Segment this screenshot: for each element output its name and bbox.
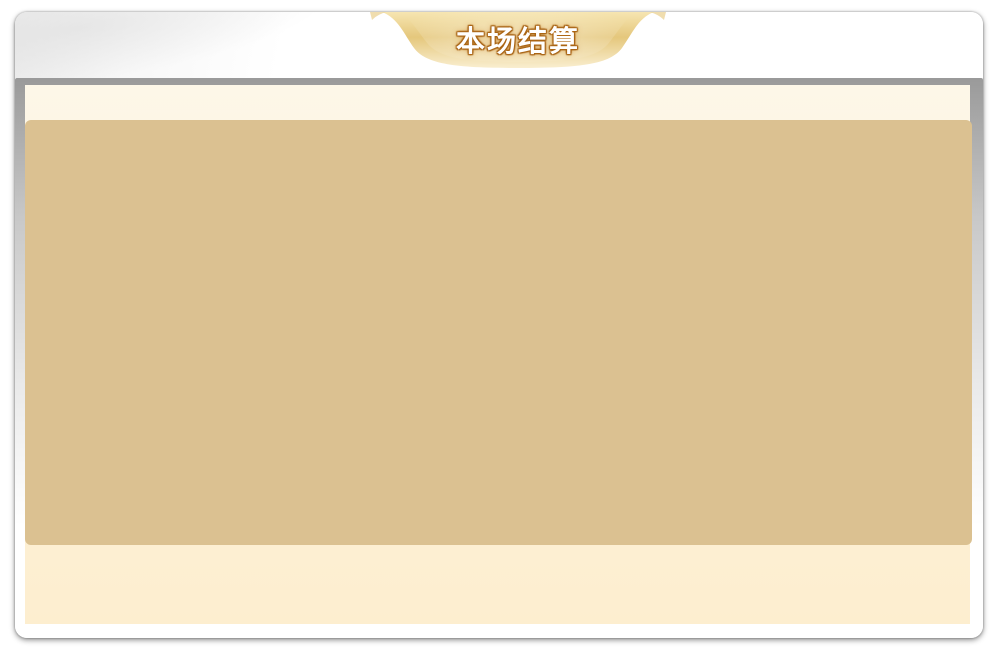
dialog-header: 本场结算 <box>15 12 983 97</box>
dialog-title: 本场结算 <box>455 24 580 58</box>
settlement-dialog: 本场结算 <box>15 12 983 638</box>
results-panel <box>25 120 972 545</box>
dialog-body-frame <box>15 78 983 638</box>
dialog-body <box>25 85 972 624</box>
title-plate: 本场结算 <box>370 12 666 70</box>
